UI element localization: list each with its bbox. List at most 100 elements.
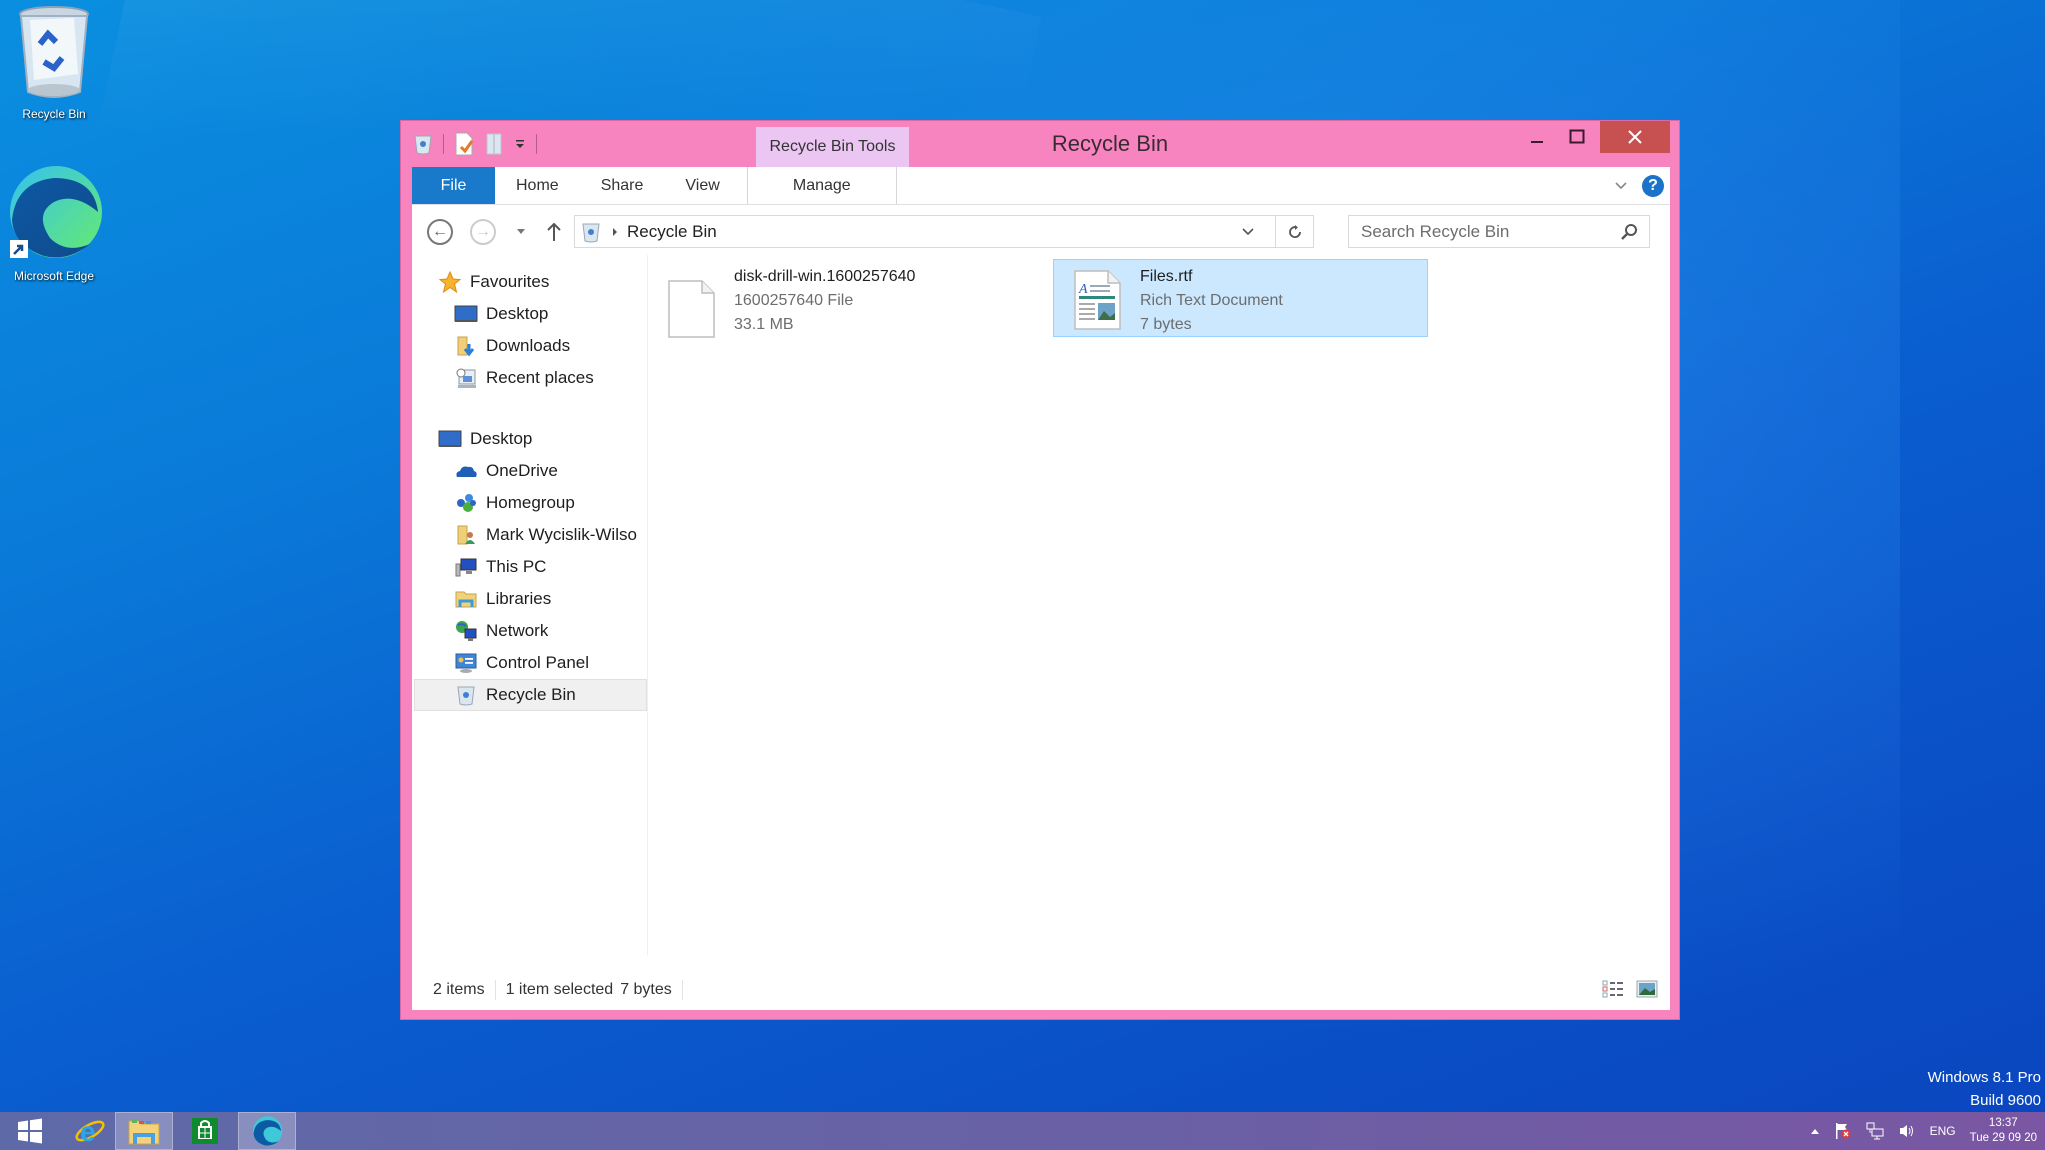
close-icon	[1628, 130, 1642, 144]
system-tray: ENG 13:37 Tue 29 09 20	[1810, 1112, 2045, 1150]
sidebar-item-label: Favourites	[470, 272, 550, 291]
file-name: Files.rtf	[1140, 268, 1193, 285]
recent-places-icon	[454, 367, 478, 389]
up-button[interactable]	[540, 218, 568, 246]
tab-file[interactable]: File	[412, 167, 495, 204]
expand-ribbon-icon[interactable]	[1614, 181, 1628, 191]
item-count: 2 items	[433, 981, 485, 998]
watermark-edition: Windows 8.1 Pro	[1927, 1069, 2041, 1086]
details-view-icon[interactable]	[1602, 980, 1624, 998]
input-language[interactable]: ENG	[1930, 1124, 1956, 1138]
this-pc-icon	[454, 556, 478, 578]
selection-status: 1 item selected	[505, 981, 614, 998]
tab-view[interactable]: View	[664, 167, 740, 204]
explorer-window: Recycle Bin Tools Recycle Bin File Home …	[400, 120, 1680, 1020]
recent-locations-button[interactable]	[507, 218, 535, 246]
file-size: 33.1 MB	[734, 316, 794, 333]
navigation-pane: Favourites Desktop Downloads Recent plac…	[412, 255, 648, 955]
desktop-icon-label: Microsoft Edge	[13, 269, 95, 283]
svg-text:e: e	[80, 1116, 96, 1147]
sidebar-item-this-pc[interactable]: This PC	[454, 553, 546, 581]
desktop-icon-recycle-bin[interactable]: Recycle Bin	[0, 4, 108, 121]
generic-file-icon	[668, 280, 715, 338]
title-bar[interactable]: Recycle Bin Tools Recycle Bin	[401, 121, 1679, 167]
libraries-icon	[454, 588, 478, 610]
volume-icon[interactable]	[1898, 1123, 1916, 1139]
show-hidden-icons-icon[interactable]	[1810, 1127, 1820, 1135]
start-button[interactable]	[0, 1112, 60, 1150]
desktop-icon	[454, 303, 478, 325]
sidebar-item-recycle-bin[interactable]: Recycle Bin	[414, 679, 647, 711]
selection-size: 7 bytes	[620, 981, 672, 998]
sidebar-item-label: Libraries	[486, 589, 552, 608]
sidebar-item-control-panel[interactable]: Control Panel	[454, 649, 589, 677]
desktop-icon-edge[interactable]: Microsoft Edge	[0, 162, 108, 283]
network-icon	[454, 620, 478, 642]
action-center-flag-icon[interactable]	[1834, 1122, 1852, 1140]
svg-text:A: A	[1078, 282, 1088, 297]
clock[interactable]: 13:37 Tue 29 09 20	[1970, 1116, 2037, 1146]
forward-arrow-icon: →	[470, 219, 496, 245]
tab-share[interactable]: Share	[580, 167, 665, 204]
back-button[interactable]: ←	[426, 218, 454, 246]
minimize-button[interactable]	[1518, 121, 1556, 153]
window-title: Recycle Bin	[1051, 131, 1169, 156]
explorer-content: ← → Recycle Bin Search Recycle Bin Favou…	[412, 205, 1670, 1010]
user-folder-icon	[454, 524, 478, 546]
back-arrow-icon: ←	[427, 219, 453, 245]
address-bar[interactable]: Recycle Bin	[574, 215, 1314, 248]
sidebar-item-user-folder[interactable]: Mark Wycislik-Wilso	[454, 521, 648, 549]
help-icon[interactable]: ?	[1642, 175, 1664, 197]
refresh-icon	[1288, 224, 1301, 238]
desktop-icon	[438, 428, 462, 450]
store-icon	[192, 1118, 218, 1144]
large-icons-view-icon[interactable]	[1636, 980, 1658, 998]
network-status-icon[interactable]	[1866, 1122, 1884, 1140]
status-separator	[494, 980, 496, 1000]
sidebar-item-label: Homegroup	[486, 493, 575, 512]
rich-text-document-icon: A	[1074, 270, 1121, 330]
tab-home[interactable]: Home	[495, 167, 580, 204]
dropdown-arrow-icon	[517, 229, 525, 234]
file-list: disk-drill-win.1600257640 1600257640 Fil…	[648, 255, 1670, 955]
sidebar-item-favourites[interactable]: Favourites	[438, 268, 549, 296]
watermark-build: Build 9600	[1970, 1092, 2041, 1109]
taskbar-store[interactable]	[175, 1112, 235, 1150]
sidebar-item-label: Desktop	[470, 429, 533, 448]
sidebar-item-favourites-desktop[interactable]: Desktop	[454, 300, 548, 328]
address-history-button[interactable]	[1241, 216, 1255, 247]
ribbon-tabs: File Home Share View Manage ?	[412, 167, 1670, 205]
tab-manage[interactable]: Manage	[746, 167, 897, 204]
breadcrumb-recycle-bin[interactable]: Recycle Bin	[627, 222, 717, 242]
search-icon[interactable]	[1619, 222, 1639, 242]
maximize-button[interactable]	[1558, 121, 1596, 153]
file-item-files-rtf[interactable]: A Files.rtf Rich Text Document 7 bytes	[1053, 259, 1428, 337]
clock-time: 13:37	[1988, 1117, 2018, 1129]
sidebar-item-homegroup[interactable]: Homegroup	[454, 489, 575, 517]
taskbar-edge[interactable]	[238, 1112, 296, 1150]
sidebar-item-label: Control Panel	[486, 653, 590, 672]
taskbar-internet-explorer[interactable]: e	[60, 1112, 120, 1150]
maximize-icon	[1569, 129, 1585, 144]
sidebar-item-libraries[interactable]: Libraries	[454, 585, 551, 613]
forward-button[interactable]: →	[469, 218, 497, 246]
search-input[interactable]	[1361, 221, 1611, 242]
taskbar-file-explorer[interactable]	[115, 1112, 173, 1150]
file-item-disk-drill[interactable]: disk-drill-win.1600257640 1600257640 Fil…	[648, 265, 1018, 343]
onedrive-icon	[454, 460, 478, 482]
sidebar-item-network[interactable]: Network	[454, 617, 548, 645]
sidebar-item-label: Recycle Bin	[486, 685, 576, 704]
taskbar: e ENG 13:37 Tue 29 09 20	[0, 1112, 2045, 1150]
homegroup-icon	[454, 492, 478, 514]
close-button[interactable]	[1600, 121, 1670, 153]
sidebar-item-desktop[interactable]: Desktop	[438, 425, 532, 453]
sidebar-item-onedrive[interactable]: OneDrive	[454, 457, 558, 485]
file-size: 7 bytes	[1140, 316, 1192, 333]
status-bar: 2 items 1 item selected 7 bytes	[412, 970, 1670, 1010]
desktop-icon-label: Recycle Bin	[22, 107, 86, 121]
refresh-button[interactable]	[1275, 216, 1313, 247]
breadcrumb-chevron-icon[interactable]	[611, 227, 619, 237]
sidebar-item-recent-places[interactable]: Recent places	[454, 364, 594, 392]
search-box[interactable]	[1348, 215, 1650, 248]
sidebar-item-downloads[interactable]: Downloads	[454, 332, 570, 360]
